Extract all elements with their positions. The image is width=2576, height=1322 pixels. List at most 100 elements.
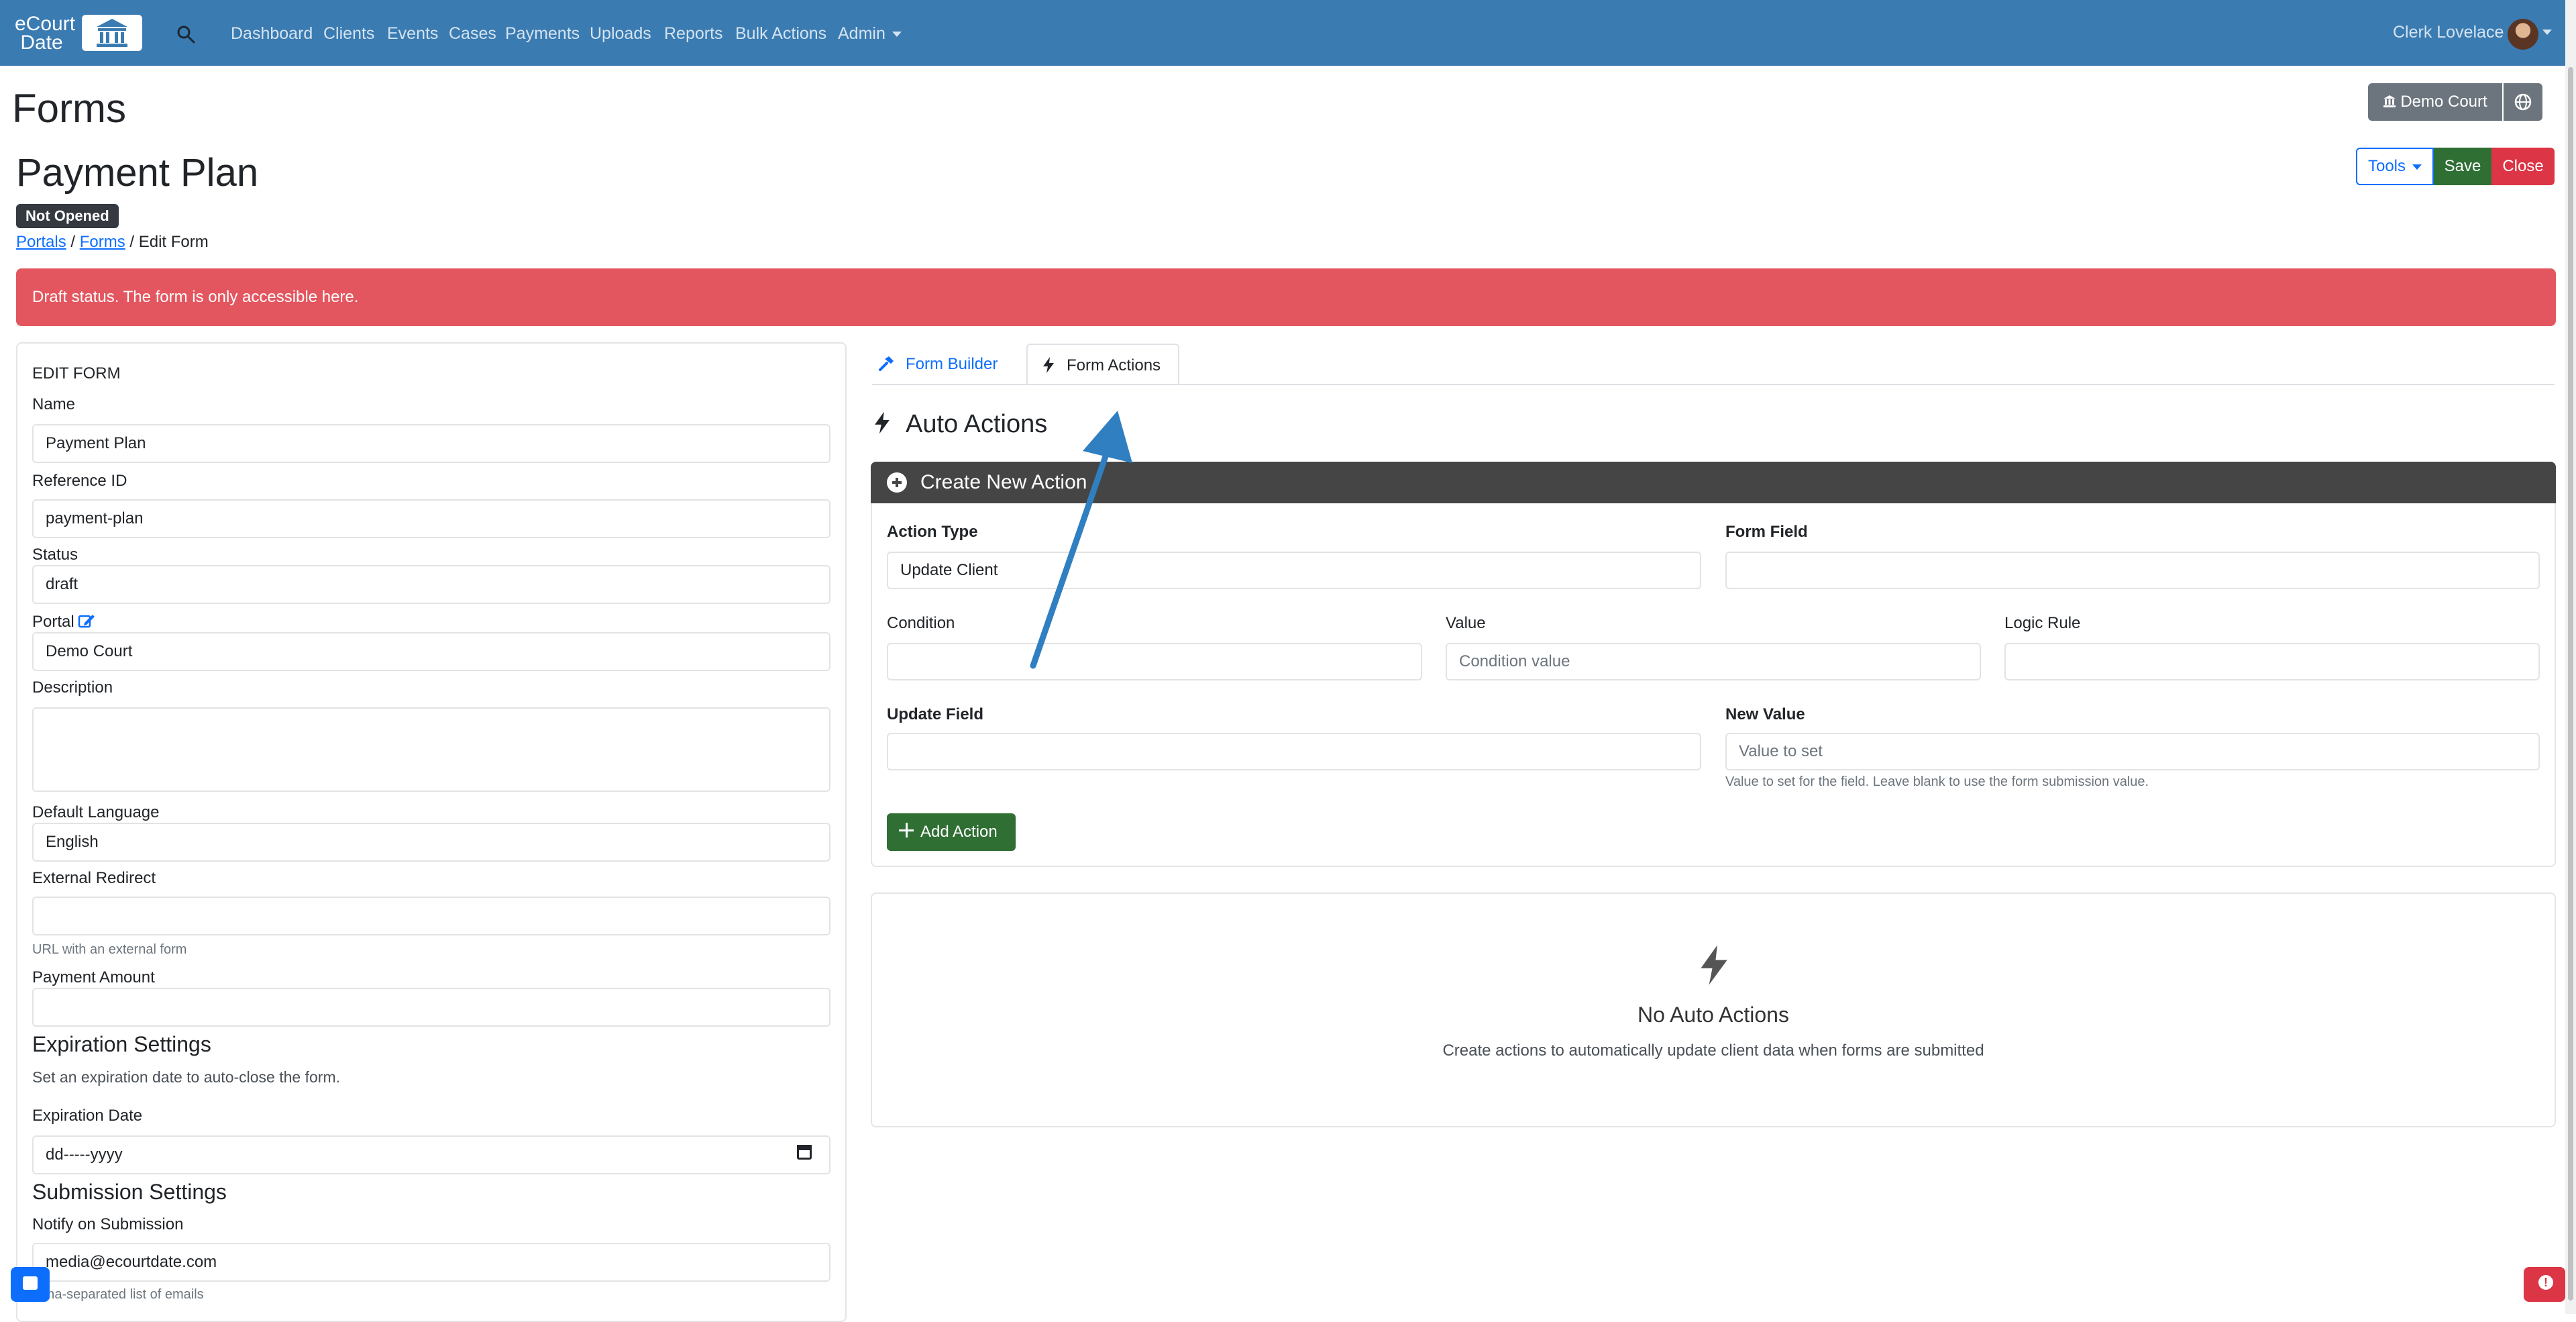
nav-bulk-actions[interactable]: Bulk Actions [735, 24, 826, 44]
user-name[interactable]: Clerk Lovelace [2393, 23, 2504, 42]
plus-circle-icon [887, 472, 907, 493]
name-input[interactable]: Payment Plan [32, 424, 830, 463]
tools-dropdown-button[interactable]: Tools [2356, 148, 2434, 185]
auto-actions-title: Auto Actions [872, 405, 1047, 443]
status-label: Status [32, 546, 78, 564]
new-value-label: New Value [1725, 705, 1805, 723]
status-select[interactable]: draft [32, 565, 830, 604]
breadcrumb-portals[interactable]: Portals [16, 233, 66, 251]
chevron-down-icon [892, 32, 902, 38]
condition-label: Condition [887, 614, 955, 632]
courthouse-icon [2383, 85, 2396, 107]
description-textarea[interactable] [32, 707, 830, 792]
payment-amount-label: Payment Amount [32, 968, 155, 986]
chevron-down-icon[interactable] [2542, 30, 2552, 35]
nav-payments[interactable]: Payments [505, 24, 580, 44]
expiration-date-label: Expiration Date [32, 1107, 143, 1125]
expiration-settings-heading: Expiration Settings [32, 1032, 211, 1056]
action-type-label: Action Type [887, 523, 978, 541]
notify-label: Notify on Submission [32, 1215, 184, 1233]
nav-uploads[interactable]: Uploads [590, 24, 651, 44]
portal-label: Portal [32, 613, 74, 631]
payment-amount-input[interactable] [32, 988, 830, 1027]
default-language-label: Default Language [32, 803, 160, 821]
nav-admin-label: Admin [838, 24, 885, 43]
tab-form-builder-label: Form Builder [906, 355, 998, 373]
close-button[interactable]: Close [2491, 148, 2555, 185]
page-title: Forms [12, 86, 126, 131]
hammer-icon [879, 356, 894, 371]
name-label: Name [32, 395, 76, 413]
tab-divider [872, 384, 2555, 385]
add-action-button[interactable]: Add Action [887, 813, 1016, 851]
description-label: Description [32, 678, 113, 697]
tools-label: Tools [2367, 157, 2406, 175]
edit-icon[interactable] [78, 612, 95, 629]
search-icon[interactable] [176, 24, 196, 44]
empty-state-title: No Auto Actions [1638, 1003, 1789, 1027]
court-button-label: Demo Court [2400, 93, 2487, 111]
alert-icon[interactable] [2524, 1267, 2565, 1302]
form-field-label: Form Field [1725, 523, 1808, 541]
new-value-help: Value to set for the field. Leave blank … [1725, 774, 2149, 789]
logic-rule-select[interactable] [2004, 643, 2540, 680]
expiration-date-input[interactable]: dd-----yyyy [32, 1135, 830, 1174]
tab-form-actions-label: Form Actions [1067, 356, 1161, 374]
condition-value-input[interactable]: Condition value [1446, 643, 1981, 680]
logic-rule-label: Logic Rule [2004, 614, 2081, 632]
draft-alert: Draft status. The form is only accessibl… [16, 268, 2556, 326]
plus-icon [899, 823, 915, 839]
create-action-header: Create New Action [871, 462, 2556, 503]
auto-actions-title-label: Auto Actions [906, 410, 1048, 438]
submission-settings-heading: Submission Settings [32, 1180, 227, 1204]
breadcrumb-current: Edit Form [138, 233, 209, 251]
nav-admin[interactable]: Admin [838, 24, 902, 44]
court-button[interactable]: Demo Court [2368, 83, 2502, 121]
tab-form-actions[interactable]: Form Actions [1026, 344, 1179, 385]
top-navbar: eCourt Date Dashboard Clients Events Cas… [0, 0, 2576, 66]
help-chat-button[interactable] [11, 1267, 50, 1302]
nav-reports[interactable]: Reports [664, 24, 723, 44]
status-badge: Not Opened [16, 204, 119, 228]
condition-select[interactable] [887, 643, 1422, 680]
bolt-icon [1701, 945, 1727, 985]
calendar-icon[interactable] [797, 1145, 812, 1160]
expiration-settings-subtitle: Set an expiration date to auto-close the… [32, 1068, 340, 1086]
notify-input[interactable]: media@ecourtdate.com [32, 1243, 830, 1282]
add-action-label: Add Action [920, 823, 998, 841]
bolt-icon [875, 411, 890, 434]
language-button[interactable] [2504, 83, 2542, 121]
empty-state-subtitle: Create actions to automatically update c… [1442, 1041, 1984, 1060]
nav-cases[interactable]: Cases [449, 24, 496, 44]
brand-logo[interactable]: eCourt Date [13, 13, 142, 53]
update-field-label: Update Field [887, 705, 984, 723]
portal-select[interactable]: Demo Court [32, 632, 830, 671]
tab-form-builder[interactable]: Form Builder [877, 344, 998, 385]
chevron-down-icon [2412, 164, 2422, 170]
save-button[interactable]: Save [2434, 148, 2491, 185]
update-field-select[interactable] [887, 733, 1701, 770]
external-redirect-label: External Redirect [32, 869, 156, 887]
notify-help: mma-separated list of emails [32, 1287, 204, 1302]
external-redirect-input[interactable] [32, 897, 830, 935]
avatar[interactable] [2508, 19, 2538, 50]
nav-dashboard[interactable]: Dashboard [231, 24, 313, 44]
form-title: Payment Plan [16, 151, 259, 195]
scrollbar-thumb[interactable] [2568, 67, 2573, 1301]
nav-events[interactable]: Events [387, 24, 438, 44]
nav-clients[interactable]: Clients [323, 24, 374, 44]
globe-icon [2514, 93, 2532, 111]
external-redirect-help: URL with an external form [32, 942, 187, 957]
edit-form-heading: EDIT FORM [32, 364, 121, 383]
new-value-input[interactable]: Value to set [1725, 733, 2540, 770]
value-label: Value [1446, 614, 1486, 632]
bolt-icon [1043, 357, 1054, 373]
reference-id-label: Reference ID [32, 472, 127, 490]
breadcrumb: Portals / Forms / Edit Form [16, 233, 209, 251]
reference-id-input[interactable]: payment-plan [32, 499, 830, 538]
courthouse-icon [97, 19, 127, 47]
default-language-select[interactable]: English [32, 823, 830, 862]
form-field-select[interactable] [1725, 552, 2540, 589]
action-type-select[interactable]: Update Client [887, 552, 1701, 589]
breadcrumb-forms[interactable]: Forms [80, 233, 125, 251]
